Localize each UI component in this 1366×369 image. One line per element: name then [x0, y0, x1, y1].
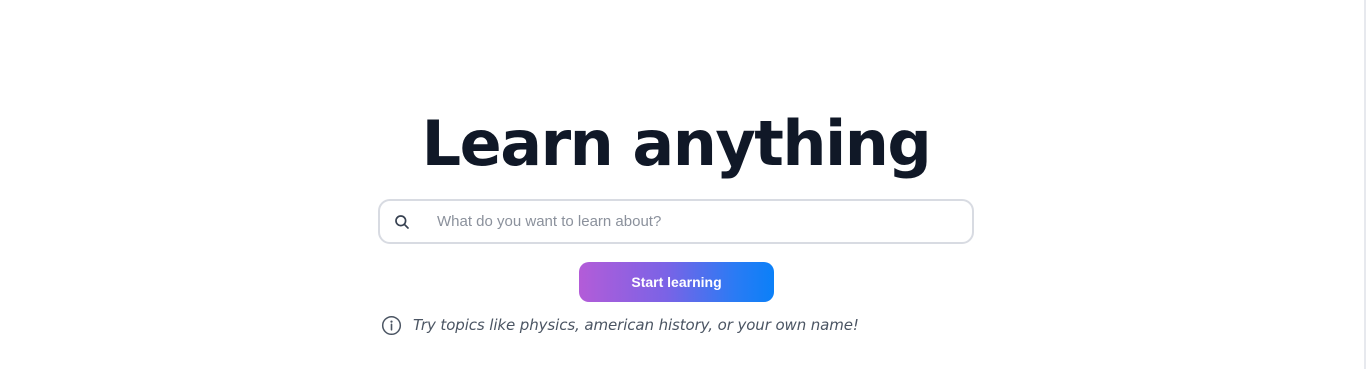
- hint-text: Try topics like physics, american histor…: [413, 316, 859, 334]
- search-input[interactable]: [437, 201, 957, 242]
- search-icon: [395, 215, 409, 229]
- start-learning-button[interactable]: Start learning: [579, 262, 774, 302]
- page-title: Learn anything: [421, 107, 932, 180]
- search-box[interactable]: [378, 199, 974, 244]
- page: Learn anything Start learning Try topics…: [0, 0, 1366, 369]
- topic-hint: Try topics like physics, american histor…: [381, 313, 859, 337]
- info-icon: [381, 315, 402, 335]
